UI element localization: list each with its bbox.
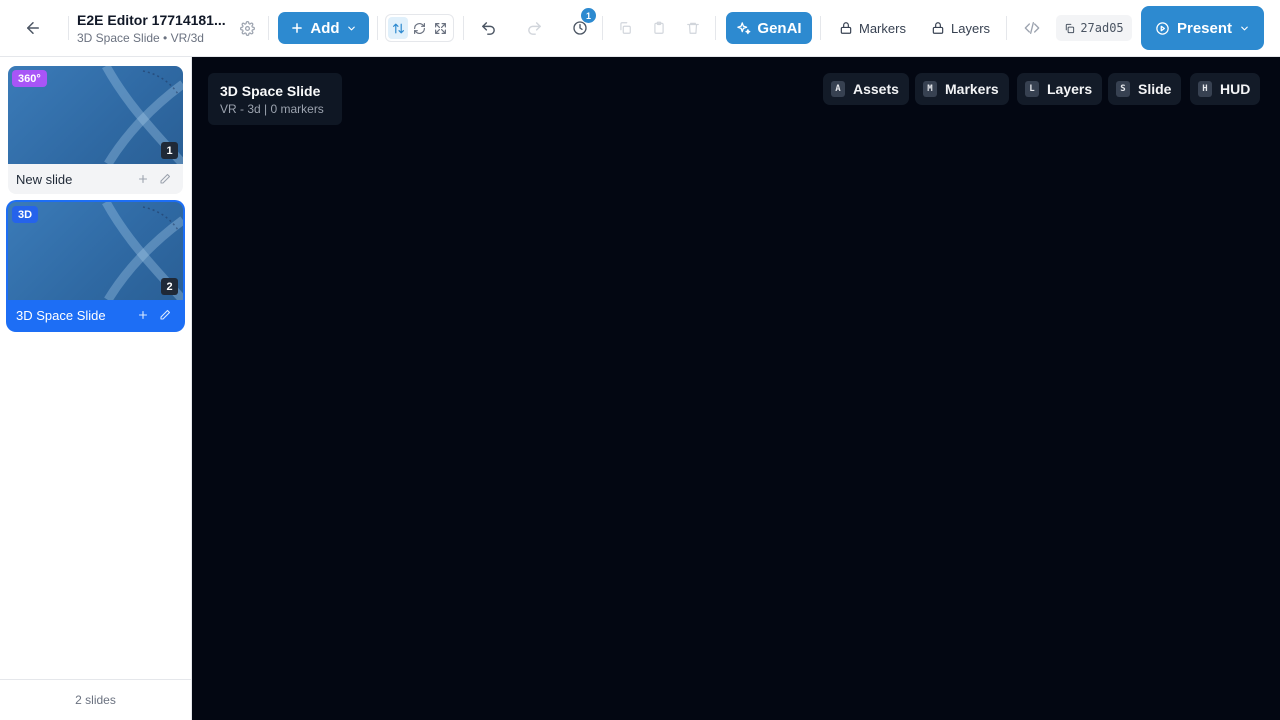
paste-button[interactable] [645, 14, 673, 42]
toolbar-divider [602, 16, 603, 40]
slide-type-badge: 360° [12, 70, 47, 87]
slide-thumbnail: 3D 2 [8, 202, 183, 300]
slide-info-panel: 3D Space Slide VR - 3d | 0 markers [208, 73, 342, 125]
delete-button[interactable] [679, 14, 707, 42]
settings-button[interactable] [236, 17, 258, 39]
add-slide-button[interactable] [133, 305, 153, 325]
present-button[interactable]: Present [1141, 6, 1264, 50]
hud-button-label: Layers [1047, 81, 1093, 97]
scale-mode-button[interactable] [431, 17, 451, 39]
document-hash: 27ad05 [1080, 21, 1124, 35]
plus-icon [292, 23, 303, 33]
copy-id-chip[interactable]: 27ad05 [1056, 15, 1132, 41]
gear-icon [239, 20, 255, 36]
undo-button[interactable] [474, 14, 502, 42]
lock-icon [840, 22, 852, 34]
markers-toggle-button[interactable]: Markers [839, 14, 906, 42]
lock-icon [932, 22, 944, 34]
markers-toggle-label: Markers [859, 20, 906, 36]
scene-canvas[interactable]: 3D Space Slide VR - 3d | 0 markers A Ass… [192, 57, 1280, 720]
rotate-mode-button[interactable] [409, 17, 429, 39]
slide-info-subtitle: VR - 3d | 0 markers [220, 102, 324, 116]
hud-assets-button[interactable]: A Assets [823, 73, 909, 105]
slide-card-footer: New slide [8, 164, 183, 194]
slide-number-badge: 2 [161, 278, 178, 295]
code-view-button[interactable] [1018, 14, 1046, 42]
copy-icon [1066, 23, 1075, 33]
refresh-icon [414, 22, 425, 34]
add-button-label: Add [310, 19, 340, 37]
top-toolbar: E2E Editor 17714181... 3D Space Slide • … [0, 0, 1280, 57]
plus-icon [138, 310, 148, 320]
slide-number-badge: 1 [161, 142, 178, 159]
add-slide-button[interactable] [133, 169, 153, 189]
redo-button[interactable] [520, 14, 548, 42]
toolbar-divider [715, 16, 716, 40]
back-button[interactable] [18, 14, 48, 42]
slide-thumbnail: 360° 1 [8, 66, 183, 164]
genai-button[interactable]: GenAI [726, 12, 812, 44]
hud-button-label: Slide [1138, 81, 1172, 97]
hud-markers-button[interactable]: M Markers [915, 73, 1009, 105]
layers-toggle-button[interactable]: Layers [931, 14, 990, 42]
slides-sidebar: 360° 1 New slide 3D 2 3D Space Slide 2 s… [0, 57, 192, 720]
sparkles-icon [737, 21, 751, 34]
chevron-down-icon [1241, 26, 1248, 30]
slide-card-footer: 3D Space Slide [8, 300, 183, 330]
toolbar-divider [268, 16, 269, 40]
hud-hud-button[interactable]: H HUD [1190, 73, 1261, 105]
copy-button[interactable] [611, 14, 639, 42]
slide-count: 2 slides [0, 679, 191, 720]
redo-icon [527, 21, 541, 35]
shortcut-key: A [831, 81, 845, 97]
undo-icon [481, 21, 495, 35]
swap-mode-button[interactable] [388, 17, 409, 39]
hud-slide-button[interactable]: S Slide [1108, 73, 1182, 105]
history-button[interactable]: 1 [566, 8, 596, 42]
shortcut-key: M [923, 81, 937, 97]
view-mode-toggle [385, 14, 454, 42]
hud-button-label: Assets [853, 81, 899, 97]
expand-icon [435, 22, 447, 34]
toolbar-divider [820, 16, 821, 40]
pencil-icon [160, 173, 171, 184]
trash-icon [687, 22, 699, 34]
slide-card-selected[interactable]: 3D 2 3D Space Slide [8, 202, 183, 330]
plus-icon [138, 174, 148, 184]
edit-slide-button[interactable] [155, 169, 175, 189]
arrow-left-icon [27, 22, 39, 34]
slide-name: New slide [16, 171, 73, 187]
hud-button-label: HUD [1220, 81, 1251, 97]
document-title-block: E2E Editor 17714181... 3D Space Slide • … [77, 11, 229, 46]
add-button[interactable]: Add [278, 12, 369, 44]
toolbar-divider [68, 16, 69, 40]
hud-layers-button[interactable]: L Layers [1017, 73, 1103, 105]
swap-vertical-icon [392, 23, 404, 33]
copy-icon [620, 22, 631, 34]
hud-button-label: Markers [945, 81, 999, 97]
slide-type-badge: 3D [12, 206, 39, 223]
toolbar-divider [1006, 16, 1007, 40]
present-button-label: Present [1176, 19, 1233, 37]
shortcut-key: S [1116, 81, 1130, 97]
chevron-down-icon [347, 26, 355, 30]
slide-name: 3D Space Slide [16, 307, 106, 323]
document-title: E2E Editor 17714181... [77, 12, 226, 28]
shortcut-key: H [1198, 81, 1212, 97]
clipboard-icon [654, 21, 664, 34]
toolbar-divider [377, 16, 378, 40]
toolbar-divider [463, 16, 464, 40]
slide-card[interactable]: 360° 1 New slide [8, 66, 183, 194]
shortcut-key: L [1025, 81, 1039, 97]
genai-button-label: GenAI [757, 19, 802, 37]
slide-info-title: 3D Space Slide [220, 83, 321, 99]
pencil-icon [160, 309, 171, 320]
history-count-badge: 1 [581, 8, 596, 23]
play-circle-icon [1156, 21, 1169, 35]
layers-toggle-label: Layers [951, 20, 991, 36]
edit-slide-button[interactable] [155, 305, 175, 325]
code-icon [1024, 22, 1040, 34]
document-subtitle: 3D Space Slide • VR/3d [77, 31, 204, 45]
